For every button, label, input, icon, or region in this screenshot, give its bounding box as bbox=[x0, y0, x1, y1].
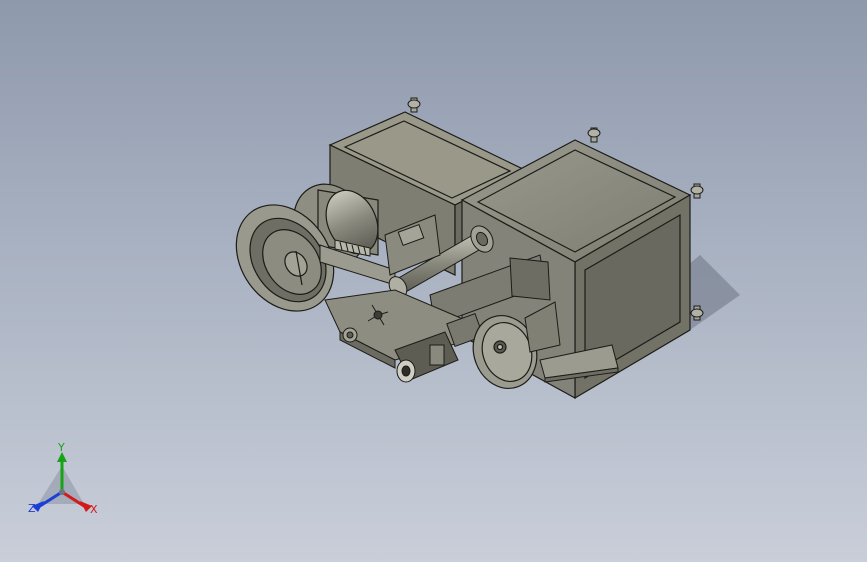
cad-assembly-model[interactable] bbox=[0, 0, 867, 562]
y-axis-label: Y bbox=[58, 441, 65, 454]
graphics-viewport[interactable]: Y X Z bbox=[0, 0, 867, 562]
triad-origin bbox=[59, 489, 65, 495]
z-axis-label: Z bbox=[28, 502, 36, 515]
foot-right-rear bbox=[690, 183, 704, 199]
axis-triad[interactable]: Y X Z bbox=[22, 442, 106, 526]
foot-middle-rear bbox=[587, 127, 601, 143]
foot-left-rear bbox=[407, 97, 421, 113]
x-axis-label: X bbox=[90, 503, 98, 516]
